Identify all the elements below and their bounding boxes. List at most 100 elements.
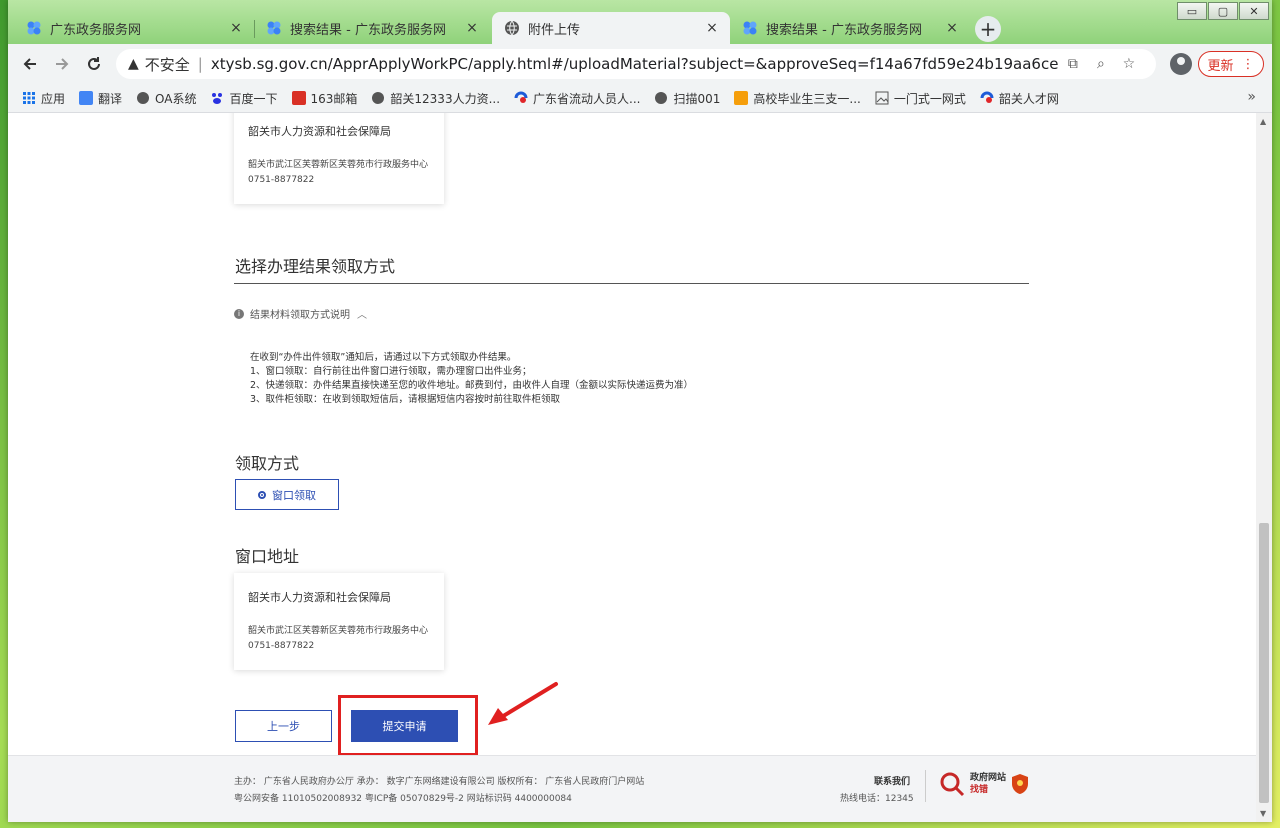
bookmarks-overflow-icon[interactable]: » xyxy=(1247,89,1256,105)
description-line: 3、取件柜领取：在收到领取短信后，请根据短信内容按时前往取件柜领取 xyxy=(250,394,561,405)
more-menu-icon: ⋮ xyxy=(1241,56,1255,72)
translate-icon xyxy=(79,91,94,105)
globe-icon xyxy=(371,91,385,105)
forward-arrow-icon[interactable] xyxy=(50,52,74,76)
translate-page-icon[interactable]: ⧉ xyxy=(1059,56,1087,72)
vertical-scrollbar[interactable]: ▲ ▼ xyxy=(1256,113,1272,822)
window-address-title: 窗口地址 xyxy=(235,547,300,566)
cap-icon xyxy=(734,91,749,105)
url-text[interactable]: xtysb.sg.gov.cn/ApprApplyWorkPC/apply.ht… xyxy=(211,55,1059,73)
pickup-option-window[interactable]: 窗口领取 xyxy=(235,479,339,510)
bookmark-scan[interactable]: 扫描001 xyxy=(654,90,720,107)
globe-icon xyxy=(504,20,520,36)
pickup-method-title: 领取方式 xyxy=(235,454,300,473)
back-arrow-icon[interactable] xyxy=(18,52,42,76)
bookmark-label: 广东省流动人员人... xyxy=(533,91,641,106)
bookmark-label: 一门式一网式 xyxy=(893,91,966,106)
new-tab-button[interactable]: + xyxy=(975,16,1001,42)
description-line: 在收到“办件出件领取”通知后，请通过以下方式领取办件结果。 xyxy=(250,352,517,363)
tab-3-active[interactable]: 附件上传 × xyxy=(492,12,730,44)
bookmark-translate[interactable]: 翻译 xyxy=(79,90,122,107)
profile-avatar-icon[interactable] xyxy=(1170,53,1192,75)
bookmark-label: 高校毕业生三支一... xyxy=(753,91,861,106)
tab-close-icon[interactable]: × xyxy=(944,20,960,36)
reload-icon[interactable] xyxy=(82,52,106,76)
tab-title: 附件上传 xyxy=(528,22,581,38)
notice-label: 结果材料领取方式说明 xyxy=(250,310,350,321)
bookmark-163[interactable]: 163邮箱 xyxy=(291,90,358,107)
address-separator: | xyxy=(197,55,203,73)
address-bar[interactable]: ▲ 不安全 | xtysb.sg.gov.cn/ApprApplyWorkPC/… xyxy=(116,49,1156,79)
bookmarks-bar: 应用 翻译 OA系统 百度一下 163邮箱 韶关12333人力资... 广东省流… xyxy=(8,84,1272,113)
section-title: 选择办理结果领取方式 xyxy=(235,257,396,276)
gd-logo-icon xyxy=(980,91,994,105)
radio-selected-icon xyxy=(258,490,266,499)
bookmark-label: OA系统 xyxy=(155,91,197,106)
update-button[interactable]: 更新 ⋮ xyxy=(1198,51,1264,77)
prev-step-button[interactable]: 上一步 xyxy=(235,710,332,742)
card-phone: 0751-8877822 xyxy=(248,175,315,185)
gov-find-label: 找错 xyxy=(970,785,989,795)
bottom-address-card: 韶关市人力资源和社会保障局 韶关市武江区芙蓉新区芙蓉苑市行政服务中心 0751-… xyxy=(234,573,444,670)
page-content: 韶关市人力资源和社会保障局 韶关市武江区芙蓉新区芙蓉苑市行政服务中心 0751-… xyxy=(8,113,1256,822)
tab-title: 搜索结果 - 广东政务服务网 xyxy=(766,22,922,38)
tab-title: 广东政务服务网 xyxy=(50,22,142,38)
gd-logo-icon xyxy=(514,91,528,105)
scrollbar-thumb[interactable] xyxy=(1259,523,1269,803)
bookmark-sg-talent[interactable]: 韶关人才网 xyxy=(980,90,1059,107)
minimize-button[interactable]: ▭ xyxy=(1177,2,1207,20)
globe-icon xyxy=(654,91,668,105)
bookmark-graduates[interactable]: 高校毕业生三支一... xyxy=(734,90,861,107)
bookmark-label: 应用 xyxy=(41,91,66,106)
hotline-text: 热线电话：12345 xyxy=(840,794,914,804)
zoom-icon[interactable]: ⌕ xyxy=(1087,56,1115,72)
bookmark-gd-talent[interactable]: 广东省流动人员人... xyxy=(514,90,640,107)
description-line: 2、快递领取：办件结果直接快递至您的收件地址。邮费到付，由收件人自理（金额以实际… xyxy=(250,380,694,391)
section-divider xyxy=(234,283,1029,284)
pickup-notice-toggle[interactable]: i 结果材料领取方式说明 ︿ xyxy=(234,306,367,321)
tab-1[interactable]: 广东政务服务网 × xyxy=(14,12,254,44)
description-line: 1、窗口领取：自行前往出件窗口进行领取，需办理窗口出件业务； xyxy=(250,366,532,377)
tab-close-icon[interactable]: × xyxy=(228,20,244,36)
pickup-option-label: 窗口领取 xyxy=(272,488,316,502)
tab-title: 搜索结果 - 广东政务服务网 xyxy=(290,22,446,38)
info-icon: i xyxy=(234,308,244,319)
gov-flower-icon xyxy=(266,20,282,36)
chevron-up-icon: ︿ xyxy=(357,310,367,321)
browser-window: ▭ ▢ ✕ 广东政务服务网 × 搜索结果 - 广东政务服务网 × 附件上传 × xyxy=(8,0,1272,822)
browser-toolbar: ▲ 不安全 | xtysb.sg.gov.cn/ApprApplyWorkPC/… xyxy=(8,44,1272,84)
bookmark-baidu[interactable]: 百度一下 xyxy=(210,90,278,107)
footer-record: 粤公网安备 11010502008932 粤ICP备 05070829号-2 网… xyxy=(234,794,572,804)
police-badge-icon xyxy=(1012,774,1029,794)
bookmark-label: 百度一下 xyxy=(229,91,278,106)
apps-grid-icon xyxy=(22,91,36,105)
footer-sponsor: 主办： 广东省人民政府办公厅 承办： 数字广东网络建设有限公司 版权所有： 广东… xyxy=(234,777,645,787)
tab-4[interactable]: 搜索结果 - 广东政务服务网 × xyxy=(730,12,970,44)
tab-close-icon[interactable]: × xyxy=(464,20,480,36)
tab-2[interactable]: 搜索结果 - 广东政务服务网 × xyxy=(254,12,490,44)
gov-site-text: 政府网站 找错 xyxy=(970,772,1006,796)
bookmark-oa[interactable]: OA系统 xyxy=(136,90,196,107)
baidu-paw-icon xyxy=(210,91,224,105)
pickup-description: 在收到“办件出件领取”通知后，请通过以下方式领取办件结果。 1、窗口领取：自行前… xyxy=(250,351,693,407)
bookmark-sg12333[interactable]: 韶关12333人力资... xyxy=(371,90,500,107)
bookmark-one-window[interactable]: 一门式一网式 xyxy=(875,90,966,107)
image-icon xyxy=(875,91,889,105)
bookmark-label: 163邮箱 xyxy=(310,91,358,106)
warning-triangle-icon: ▲ xyxy=(128,56,139,72)
tab-strip: ▭ ▢ ✕ 广东政务服务网 × 搜索结果 - 广东政务服务网 × 附件上传 × xyxy=(8,0,1272,44)
card-phone: 0751-8877822 xyxy=(248,641,315,651)
contact-us-link[interactable]: 联系我们 xyxy=(874,774,910,787)
bookmark-apps[interactable]: 应用 xyxy=(22,90,65,107)
maximize-button[interactable]: ▢ xyxy=(1208,2,1238,20)
card-address: 韶关市武江区芙蓉新区芙蓉苑市行政服务中心 xyxy=(248,626,429,636)
scroll-down-icon[interactable]: ▼ xyxy=(1260,809,1266,818)
footer-divider xyxy=(925,770,926,802)
tab-close-icon[interactable]: × xyxy=(704,20,720,36)
gov-site-error-report[interactable]: 政府网站 找错 xyxy=(938,770,1030,798)
close-window-button[interactable]: ✕ xyxy=(1239,2,1269,20)
bookmark-star-icon[interactable]: ☆ xyxy=(1115,56,1143,72)
scroll-up-icon[interactable]: ▲ xyxy=(1260,117,1266,126)
globe-icon xyxy=(136,91,150,105)
update-label: 更新 xyxy=(1207,58,1234,74)
